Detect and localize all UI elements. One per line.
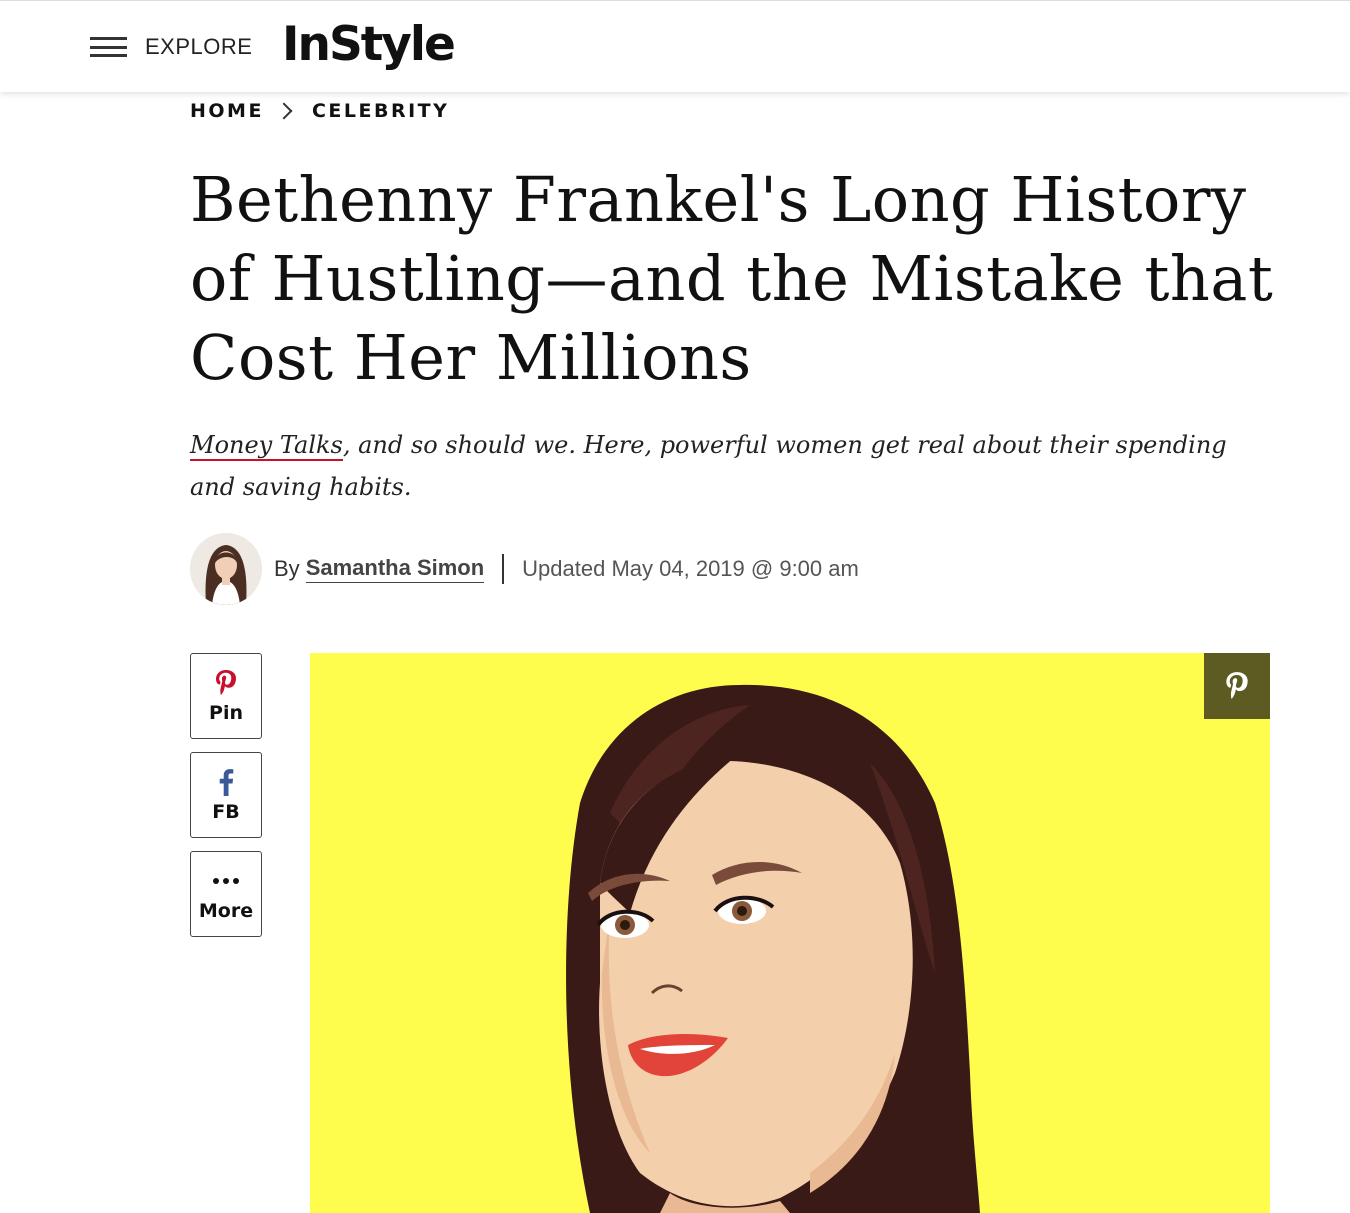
byline-prefix: By (274, 556, 300, 581)
facebook-share-button[interactable]: FB (190, 752, 262, 838)
author-link[interactable]: Samantha Simon (305, 555, 485, 583)
more-label: More (198, 900, 254, 922)
instyle-logo[interactable]: InStyle (282, 15, 456, 75)
fb-label: FB (212, 801, 240, 823)
site-header: EXPLORE InStyle (0, 0, 1350, 92)
pinterest-icon (214, 668, 238, 698)
portrait-illustration (310, 653, 1270, 1213)
facebook-icon (218, 767, 234, 797)
hamburger-icon (90, 34, 127, 60)
money-talks-link[interactable]: Money Talks (190, 431, 343, 461)
dek-text: , and so should we. Here, powerful women… (190, 431, 1227, 501)
breadcrumb-home-link[interactable]: HOME (190, 100, 264, 122)
chevron-right-icon (275, 102, 293, 120)
more-share-button[interactable]: More (190, 851, 262, 937)
breadcrumb: HOME CELEBRITY (190, 100, 449, 122)
article-headline: Bethenny Frankel's Long History of Hustl… (190, 163, 1274, 394)
pin-image-button[interactable] (1204, 653, 1270, 719)
share-rail: Pin FB More (190, 653, 262, 950)
article-dek: Money Talks, and so should we. Here, pow… (190, 424, 1260, 508)
byline-divider (502, 554, 505, 584)
updated-date: Updated May 04, 2019 @ 9:00 am (522, 556, 859, 581)
hero-illustration (310, 653, 1270, 1213)
pin-label: Pin (209, 702, 243, 724)
ellipsis-icon (212, 866, 240, 896)
breadcrumb-celebrity-link[interactable]: CELEBRITY (312, 100, 449, 122)
explore-label: EXPLORE (145, 34, 253, 59)
pinterest-icon (1226, 672, 1248, 699)
author-avatar[interactable] (190, 533, 262, 605)
pin-share-button[interactable]: Pin (190, 653, 262, 739)
byline: By Samantha Simon Updated May 04, 2019 @… (190, 533, 859, 605)
explore-menu-button[interactable]: EXPLORE (90, 29, 252, 65)
